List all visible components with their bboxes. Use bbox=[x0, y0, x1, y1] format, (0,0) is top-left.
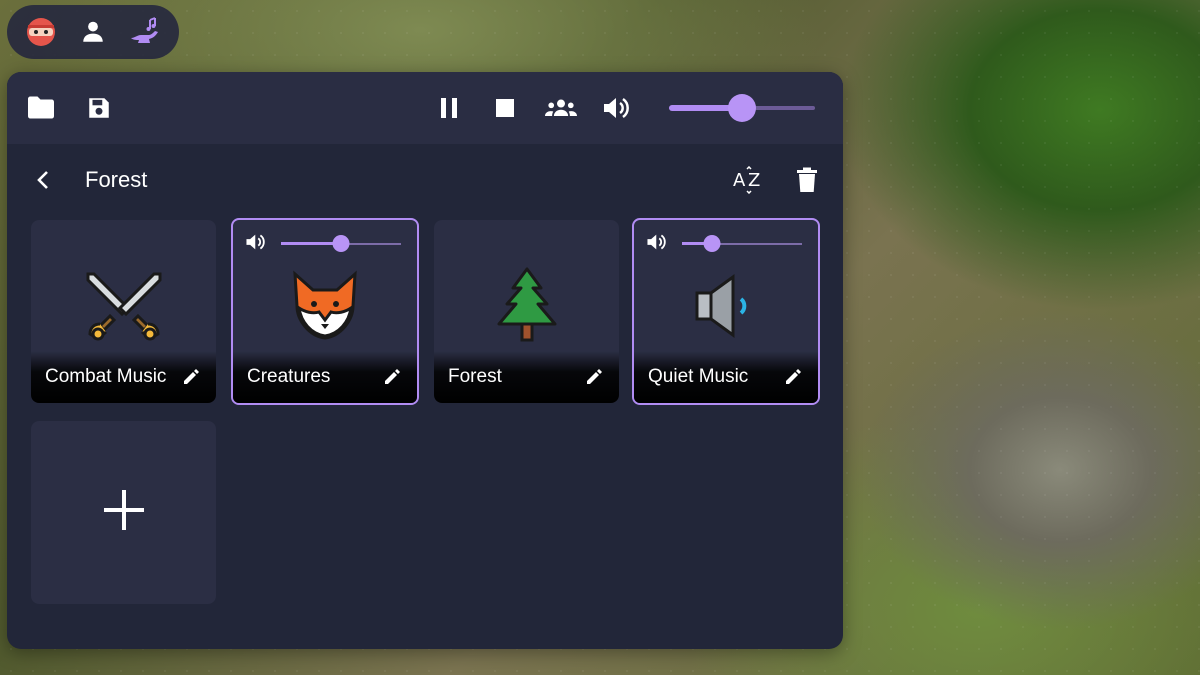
save-icon[interactable] bbox=[83, 92, 115, 124]
tile-label: Creatures bbox=[247, 366, 331, 387]
tile-label: Forest bbox=[448, 366, 502, 387]
tile-combat-music[interactable]: Combat Music bbox=[31, 220, 216, 403]
sort-az-icon[interactable]: A Z bbox=[733, 164, 765, 196]
app-switcher-bar bbox=[7, 5, 179, 59]
evergreen-tree-icon bbox=[434, 265, 619, 347]
volume-icon[interactable] bbox=[646, 232, 668, 257]
crossed-swords-icon bbox=[31, 265, 216, 347]
fox-icon bbox=[233, 265, 417, 347]
folder-title: Forest bbox=[85, 167, 148, 192]
stop-icon[interactable] bbox=[489, 92, 521, 124]
pencil-icon[interactable] bbox=[583, 366, 605, 388]
tile-quiet-music[interactable]: Quiet Music bbox=[632, 218, 820, 405]
pencil-icon[interactable] bbox=[180, 366, 202, 388]
person-icon[interactable] bbox=[75, 14, 111, 50]
tile-volume-slider[interactable] bbox=[281, 235, 401, 253]
ninja-avatar-icon[interactable] bbox=[23, 14, 59, 50]
chevron-left-icon[interactable] bbox=[31, 168, 55, 192]
add-tile-button[interactable] bbox=[31, 421, 216, 604]
folder-header: Forest A Z bbox=[7, 144, 843, 216]
pencil-icon[interactable] bbox=[782, 366, 804, 388]
master-volume-thumb[interactable] bbox=[728, 94, 756, 122]
trash-icon[interactable] bbox=[791, 164, 823, 196]
volume-icon[interactable] bbox=[245, 232, 267, 257]
pencil-icon[interactable] bbox=[381, 366, 403, 388]
plus-icon bbox=[102, 488, 146, 537]
svg-text:A: A bbox=[733, 170, 746, 191]
group-icon[interactable] bbox=[545, 92, 577, 124]
pause-icon[interactable] bbox=[433, 92, 465, 124]
tile-label: Combat Music bbox=[45, 366, 167, 387]
master-volume-slider[interactable] bbox=[669, 94, 815, 122]
tile-label: Quiet Music bbox=[648, 366, 749, 387]
audio-panel: Forest A Z Combat Music Creatures Forest… bbox=[7, 72, 843, 649]
tile-volume-slider[interactable] bbox=[682, 235, 802, 253]
speaker-icon bbox=[634, 265, 818, 347]
panel-toolbar bbox=[7, 72, 843, 144]
volume-icon[interactable] bbox=[601, 92, 633, 124]
magic-lamp-music-icon[interactable] bbox=[127, 14, 163, 50]
svg-text:Z: Z bbox=[748, 170, 760, 191]
folder-icon[interactable] bbox=[25, 92, 57, 124]
tile-creatures[interactable]: Creatures bbox=[231, 218, 419, 405]
tile-forest[interactable]: Forest bbox=[434, 220, 619, 403]
